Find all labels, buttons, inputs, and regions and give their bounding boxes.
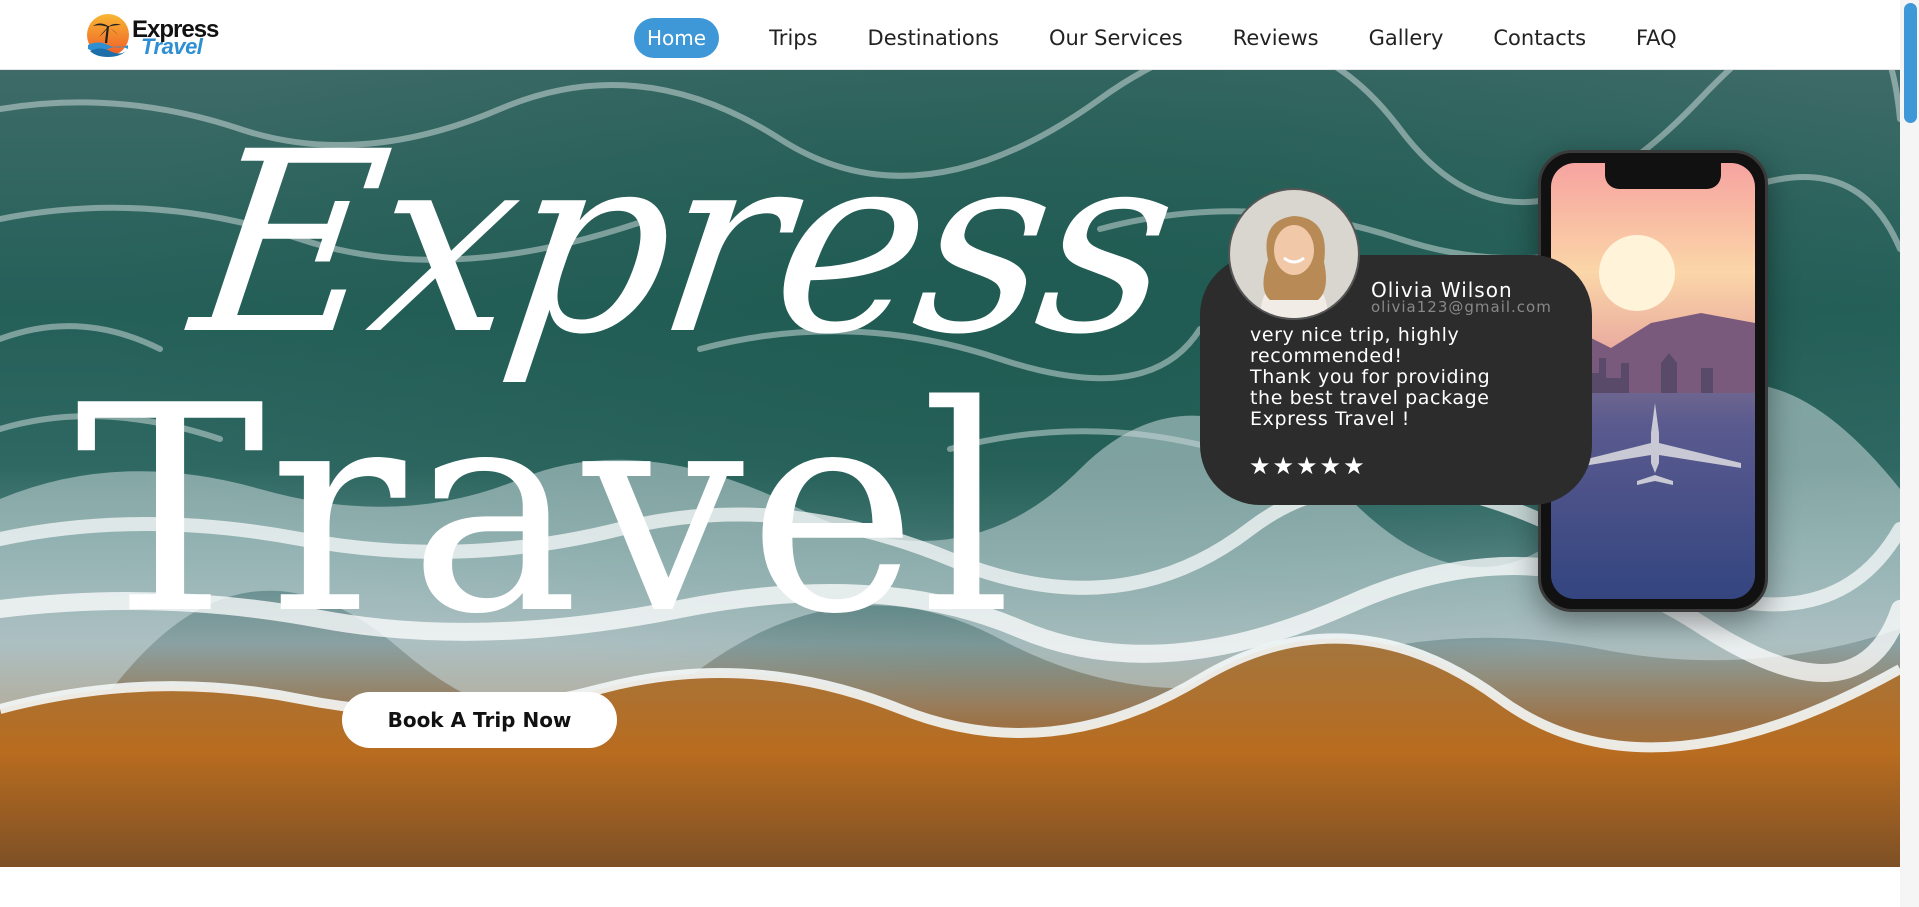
nav-our-services[interactable]: Our Services [1049,26,1183,50]
nav-reviews[interactable]: Reviews [1233,26,1319,50]
hero-title-main: Travel [75,345,1017,677]
brand-logo[interactable]: Express Travel [84,13,219,61]
reviewer-photo [1230,190,1358,318]
main-nav: Home Trips Destinations Our Services Rev… [634,18,1727,58]
hero-section: Express Travel Book A Trip Now Olivia Wi… [0,69,1900,867]
nav-trips[interactable]: Trips [769,26,817,50]
reviewer-email: olivia123@gmail.com [1371,298,1552,316]
nav-faq[interactable]: FAQ [1636,26,1677,50]
review-text: very nice trip, highly recommended! Than… [1250,324,1491,430]
brand-name-line2: Travel [141,34,203,59]
nav-contacts[interactable]: Contacts [1493,26,1586,50]
star-icon: ★ [1319,453,1342,480]
star-icon: ★ [1343,453,1365,480]
star-icon: ★ [1272,453,1295,480]
star-icon: ★ [1249,453,1271,480]
nav-destinations[interactable]: Destinations [868,26,999,50]
hero-title-script: Express [179,98,1187,389]
nav-home[interactable]: Home [634,18,720,58]
review-rating: ★ ★ ★ ★ ★ [1249,455,1367,479]
phone-notch [1605,163,1721,189]
star-icon: ★ [1296,453,1318,480]
nav-gallery[interactable]: Gallery [1369,26,1444,50]
palm-sunset-icon [87,14,129,57]
site-header: Express Travel Home Trips Destinations O… [0,0,1900,70]
book-trip-button[interactable]: Book A Trip Now [342,692,617,748]
scrollbar-thumb[interactable] [1904,3,1917,123]
page-scrollbar[interactable] [1900,0,1919,907]
reviewer-avatar [1228,188,1360,320]
